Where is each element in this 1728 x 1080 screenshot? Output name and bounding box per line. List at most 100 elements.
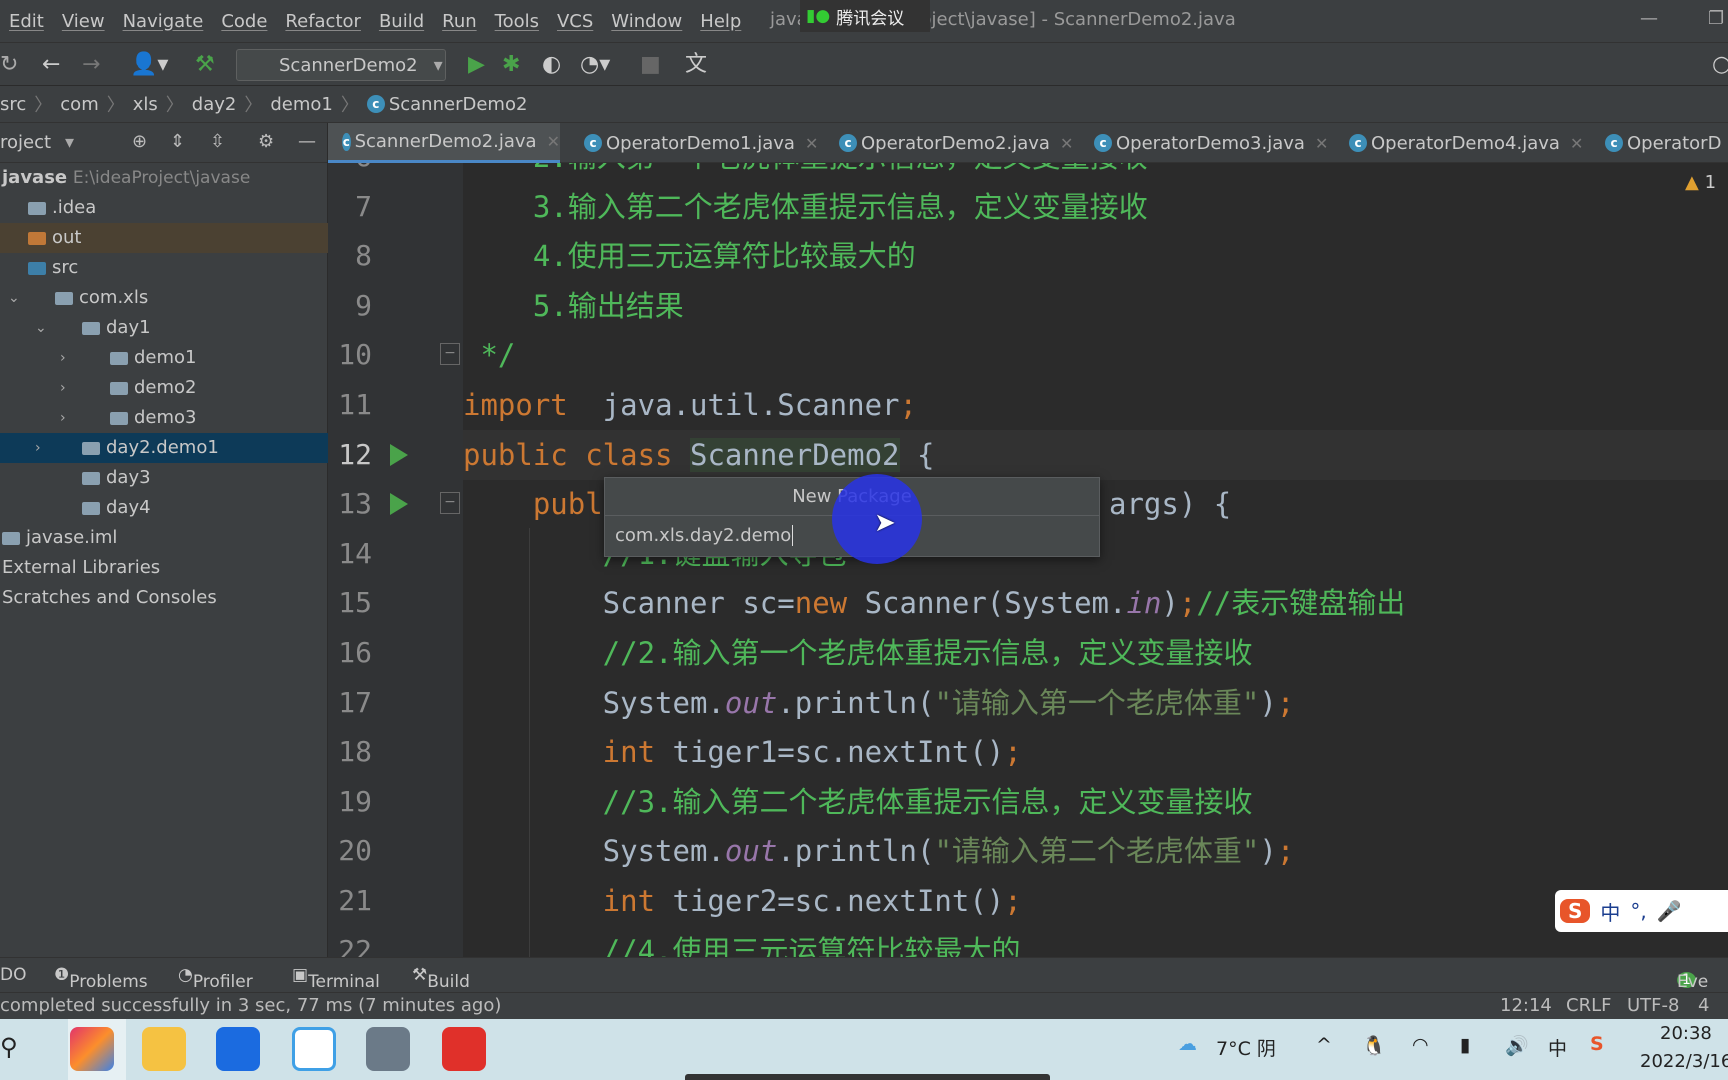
project-view-select[interactable]: roject	[0, 132, 51, 153]
close-icon[interactable]: ✕	[1060, 134, 1073, 153]
tree-item[interactable]: ⌄ com.xls	[0, 283, 328, 313]
back-icon[interactable]: ←	[42, 51, 60, 79]
code-line[interactable]: 4.使用三元运算符比较最大的	[463, 231, 1728, 281]
run-gutter-icon[interactable]	[390, 493, 408, 516]
chevron-right-icon[interactable]: ›	[60, 403, 66, 433]
menu-window[interactable]: Window	[602, 11, 691, 32]
build-tab[interactable]: ⚒ Build	[412, 965, 470, 992]
fold-icon[interactable]: −	[440, 492, 460, 515]
tree-item[interactable]: src	[0, 253, 328, 283]
code-editor[interactable]: 6 7 8 9 10 − 11 12 13 − 14 15 16 17 18 19 20 21 22 2.输入第一个…	[328, 163, 1728, 957]
tree-item[interactable]: Scratches and Consoles	[0, 583, 328, 613]
ime-toolbar[interactable]: S 中 °, 🎤	[1555, 890, 1728, 932]
tab-operatordemo3[interactable]: c OperatorDemo3.java ✕	[1080, 123, 1328, 163]
ime-lang[interactable]: 中	[1600, 897, 1620, 926]
menu-refactor[interactable]: Refactor	[276, 11, 370, 32]
mic-icon[interactable]: 🎤	[1657, 899, 1682, 923]
breadcrumb-item[interactable]: day2	[192, 94, 237, 115]
debug-icon[interactable]: ✱	[502, 51, 520, 79]
intellij-app-icon[interactable]	[70, 1027, 114, 1071]
tencent-meeting-app-icon[interactable]	[216, 1027, 260, 1071]
line-separator[interactable]: CRLF	[1566, 995, 1611, 1016]
code-line[interactable]: System.out.println("请输入第一个老虎体重");	[463, 678, 1728, 728]
terminal-tab[interactable]: ▣ Terminal	[292, 965, 380, 992]
forward-icon[interactable]: →	[82, 51, 100, 79]
status-message[interactable]: completed successfully in 3 sec, 77 ms (…	[0, 995, 501, 1016]
file-encoding[interactable]: UTF-8	[1627, 995, 1679, 1016]
sogou-tray-icon[interactable]: S	[1590, 1033, 1604, 1055]
wps-app-icon[interactable]	[442, 1027, 486, 1071]
problems-tab[interactable]: ❶ Problems	[54, 965, 148, 992]
stop-icon[interactable]: ■	[640, 51, 661, 79]
code-line[interactable]: int tiger2=sc.nextInt();	[463, 876, 1728, 926]
breadcrumb-item[interactable]: xls	[133, 94, 158, 115]
expand-all-icon[interactable]: ⇕	[170, 131, 185, 152]
restore-button[interactable]: ❐	[1708, 8, 1724, 29]
baidu-netdisk-app-icon[interactable]	[292, 1027, 336, 1071]
code-line[interactable]: 2.输入第一个老虎体重提示信息，定义变量接收	[463, 163, 1728, 182]
translate-icon[interactable]: 文	[685, 51, 707, 79]
tab-operatordemo1[interactable]: c OperatorDemo1.java ✕	[570, 123, 818, 163]
clock-time[interactable]: 20:38	[1660, 1023, 1712, 1044]
coverage-icon[interactable]: ◐	[542, 51, 561, 79]
chevron-right-icon[interactable]: ›	[35, 433, 41, 463]
tree-item[interactable]: javase.iml	[0, 523, 328, 553]
code-line[interactable]: //3.输入第二个老虎体重提示信息，定义变量接收	[463, 777, 1728, 827]
tab-operatord[interactable]: c OperatorD	[1591, 123, 1721, 163]
breadcrumb-item[interactable]: src	[0, 94, 26, 115]
menu-build[interactable]: Build	[370, 11, 433, 32]
menu-code[interactable]: Code	[212, 11, 276, 32]
volume-icon[interactable]: 🔊	[1505, 1034, 1529, 1057]
menu-tools[interactable]: Tools	[486, 11, 548, 32]
search-icon[interactable]: ○	[1712, 51, 1728, 79]
tree-item[interactable]: › demo3	[0, 403, 328, 433]
menu-help[interactable]: Help	[691, 11, 750, 32]
menu-vcs[interactable]: VCS	[548, 11, 602, 32]
code-line[interactable]: System.out.println("请输入第二个老虎体重");	[463, 826, 1728, 876]
ime-indicator[interactable]: 中	[1548, 1034, 1567, 1061]
chevron-right-icon[interactable]: ›	[60, 343, 66, 373]
run-icon[interactable]: ▶	[468, 51, 485, 79]
close-icon[interactable]: ✕	[547, 132, 560, 151]
menu-run[interactable]: Run	[433, 11, 486, 32]
tree-item[interactable]: › demo2	[0, 373, 328, 403]
tree-item[interactable]: › demo1	[0, 343, 328, 373]
weather-text[interactable]: 7°C 阴	[1216, 1034, 1276, 1061]
code-line[interactable]: Scanner sc=new Scanner(System.in);//表示键盘…	[463, 578, 1728, 628]
search-icon[interactable]: ⚲	[0, 1033, 18, 1061]
warnings-indicator[interactable]: ▲ 1	[1685, 172, 1716, 193]
chevron-right-icon[interactable]: ›	[60, 373, 66, 403]
chevron-down-icon[interactable]: ▾	[65, 132, 74, 153]
profiler-tab[interactable]: ◔ Profiler	[178, 965, 253, 992]
code-line[interactable]: //2.输入第一个老虎体重提示信息，定义变量接收	[463, 628, 1728, 678]
tree-item[interactable]: .idea	[0, 193, 328, 223]
code-line[interactable]: //4.使用三元运算符比较最大的	[463, 926, 1728, 957]
close-icon[interactable]: ✕	[1315, 134, 1328, 153]
hide-icon[interactable]: —	[298, 131, 316, 152]
clock-date[interactable]: 2022/3/16	[1640, 1051, 1728, 1072]
chevron-down-icon[interactable]: ⌄	[8, 283, 20, 313]
close-icon[interactable]: ✕	[1570, 134, 1583, 153]
microphone-icon[interactable]: ▮	[1460, 1034, 1470, 1056]
qq-icon[interactable]: 🐧	[1362, 1034, 1386, 1057]
punct-icon[interactable]: °,	[1630, 899, 1646, 923]
menu-view[interactable]: View	[53, 11, 114, 32]
code-line[interactable]: 5.输出结果	[463, 281, 1728, 331]
fold-icon[interactable]: −	[440, 343, 460, 366]
chevron-up-icon[interactable]: ^	[1316, 1034, 1332, 1056]
code-line[interactable]: int tiger1=sc.nextInt();	[463, 727, 1728, 777]
locate-icon[interactable]: ⊕	[132, 131, 147, 152]
tree-item[interactable]: › day2.demo1	[0, 433, 328, 463]
tree-item[interactable]: External Libraries	[0, 553, 328, 583]
code-line[interactable]: import java.util.Scanner;	[463, 380, 1728, 430]
tree-item[interactable]: day3	[0, 463, 328, 493]
tab-scannerdemo2[interactable]: c ScannerDemo2.java ✕	[328, 123, 560, 163]
breadcrumb-item[interactable]: ScannerDemo2	[389, 94, 528, 115]
wifi-icon[interactable]: ◠	[1412, 1034, 1429, 1056]
sync-icon[interactable]: ↻	[0, 51, 18, 79]
user-icon[interactable]: 👤▾	[130, 51, 168, 79]
profile-icon[interactable]: ◔▾	[580, 51, 610, 79]
gear-icon[interactable]: ⚙	[258, 131, 274, 152]
breadcrumb-item[interactable]: demo1	[270, 94, 333, 115]
close-icon[interactable]: ✕	[805, 134, 818, 153]
